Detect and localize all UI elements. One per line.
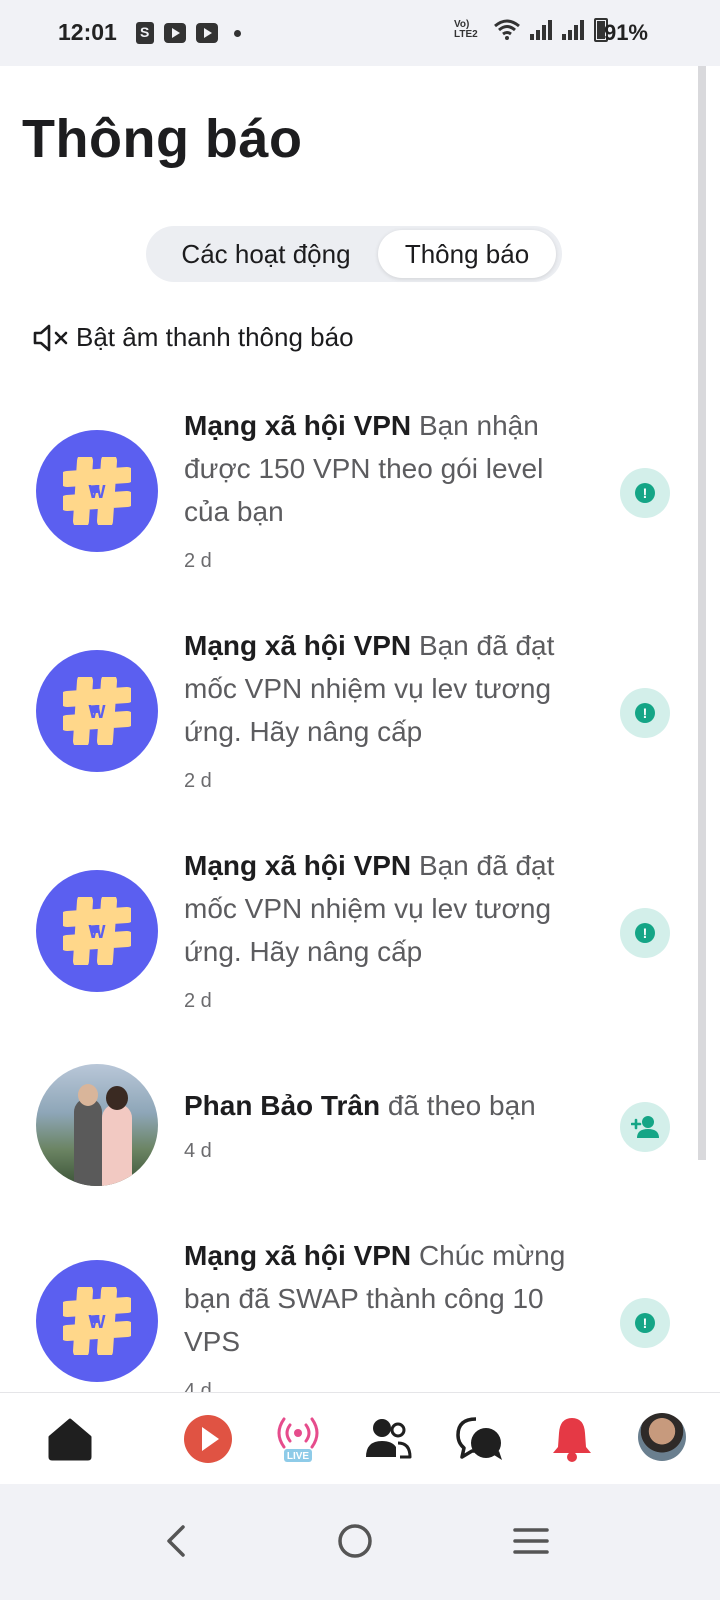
brand-logo-icon xyxy=(63,897,131,965)
tab-switcher: Các hoạt động Thông báo xyxy=(146,226,562,282)
vpn-brand-avatar xyxy=(36,870,158,992)
system-back-button[interactable] xyxy=(142,1506,212,1576)
status-time: 12:01 xyxy=(58,19,117,45)
brand-logo-icon xyxy=(63,677,131,745)
page-title: Thông báo xyxy=(22,109,303,169)
notification-text: Mạng xã hội VPN Bạn đã đạt mốc VPN nhiệm… xyxy=(184,844,594,973)
notification-sender: Phan Bảo Trân xyxy=(184,1090,381,1121)
more-dot-icon xyxy=(234,29,241,37)
alert-icon: ! xyxy=(635,923,655,943)
sound-toggle-label: Bật âm thanh thông báo xyxy=(76,322,354,352)
home-circle-icon xyxy=(338,1524,372,1558)
system-recents-button[interactable] xyxy=(496,1506,566,1576)
play-icon xyxy=(184,1415,232,1463)
nav-friends[interactable] xyxy=(360,1411,416,1467)
signal-icon xyxy=(530,20,552,40)
notification-text: Mạng xã hội VPN Bạn nhận được 150 VPN th… xyxy=(184,404,594,533)
shopping-bag-icon xyxy=(136,22,154,44)
add-user-icon xyxy=(631,1116,659,1138)
notification-message: đã theo bạn xyxy=(387,1090,536,1121)
back-icon xyxy=(167,1525,185,1557)
bell-icon xyxy=(553,1418,591,1462)
nav-profile-avatar[interactable] xyxy=(638,1413,686,1461)
live-badge: LIVE xyxy=(287,1451,310,1462)
scrollbar[interactable] xyxy=(698,66,706,1160)
youtube-icon xyxy=(164,23,186,43)
status-notification-icons xyxy=(136,22,241,44)
brand-logo-icon xyxy=(63,457,131,525)
nav-live[interactable]: LIVE xyxy=(270,1411,326,1467)
system-home-button[interactable] xyxy=(320,1506,390,1576)
alert-icon: ! xyxy=(635,1313,655,1333)
tab-notifications[interactable]: Thông báo xyxy=(378,230,556,278)
notification-time: 4 d xyxy=(184,1140,212,1162)
user-avatar xyxy=(36,1064,158,1186)
notification-sender: Mạng xã hội VPN xyxy=(184,630,412,661)
notification-sender: Mạng xã hội VPN xyxy=(184,1240,412,1271)
live-icon: LIVE xyxy=(277,1417,319,1462)
nav-video[interactable] xyxy=(180,1411,236,1467)
nav-home[interactable] xyxy=(42,1411,98,1467)
notification-text: Phan Bảo Trân đã theo bạn xyxy=(184,1084,594,1127)
youtube-icon xyxy=(196,23,218,43)
signal-icon xyxy=(562,20,584,40)
alert-action-button[interactable]: ! xyxy=(620,468,670,518)
bottom-nav: LIVE xyxy=(0,1392,720,1484)
notification-text: Mạng xã hội VPN Chúc mừng bạn đã SWAP th… xyxy=(184,1234,594,1363)
notification-sender: Mạng xã hội VPN xyxy=(184,850,412,881)
wifi-icon xyxy=(494,19,520,40)
brand-logo-icon xyxy=(63,1287,131,1355)
notification-text: Mạng xã hội VPN Bạn đã đạt mốc VPN nhiệm… xyxy=(184,624,594,753)
system-nav-bar xyxy=(0,1484,720,1600)
volte-label: Vo) LTE2 xyxy=(454,19,478,40)
home-icon xyxy=(48,1418,92,1461)
status-bar: 12:01 Vo) LTE2 91% xyxy=(0,0,720,66)
alert-action-button[interactable]: ! xyxy=(620,1298,670,1348)
follow-back-button[interactable] xyxy=(620,1102,670,1152)
battery-percent: 91% xyxy=(603,20,648,45)
alert-action-button[interactable]: ! xyxy=(620,688,670,738)
vpn-brand-avatar xyxy=(36,650,158,772)
alert-icon: ! xyxy=(635,703,655,723)
sound-toggle[interactable]: Bật âm thanh thông báo xyxy=(32,322,354,353)
chat-icon xyxy=(456,1417,502,1460)
alert-icon: ! xyxy=(635,483,655,503)
nav-messages[interactable] xyxy=(452,1411,508,1467)
notification-sender: Mạng xã hội VPN xyxy=(184,410,412,441)
notification-time: 2 d xyxy=(184,770,212,792)
vpn-brand-avatar xyxy=(36,430,158,552)
tab-activities[interactable]: Các hoạt động xyxy=(154,230,378,278)
notification-time: 2 d xyxy=(184,990,212,1012)
alert-action-button[interactable]: ! xyxy=(620,908,670,958)
notification-time: 2 d xyxy=(184,550,212,572)
friends-icon xyxy=(366,1419,412,1459)
vpn-brand-avatar xyxy=(36,1260,158,1382)
speaker-muted-icon xyxy=(33,324,68,351)
nav-notifications[interactable] xyxy=(544,1411,600,1467)
recents-icon xyxy=(513,1528,549,1554)
